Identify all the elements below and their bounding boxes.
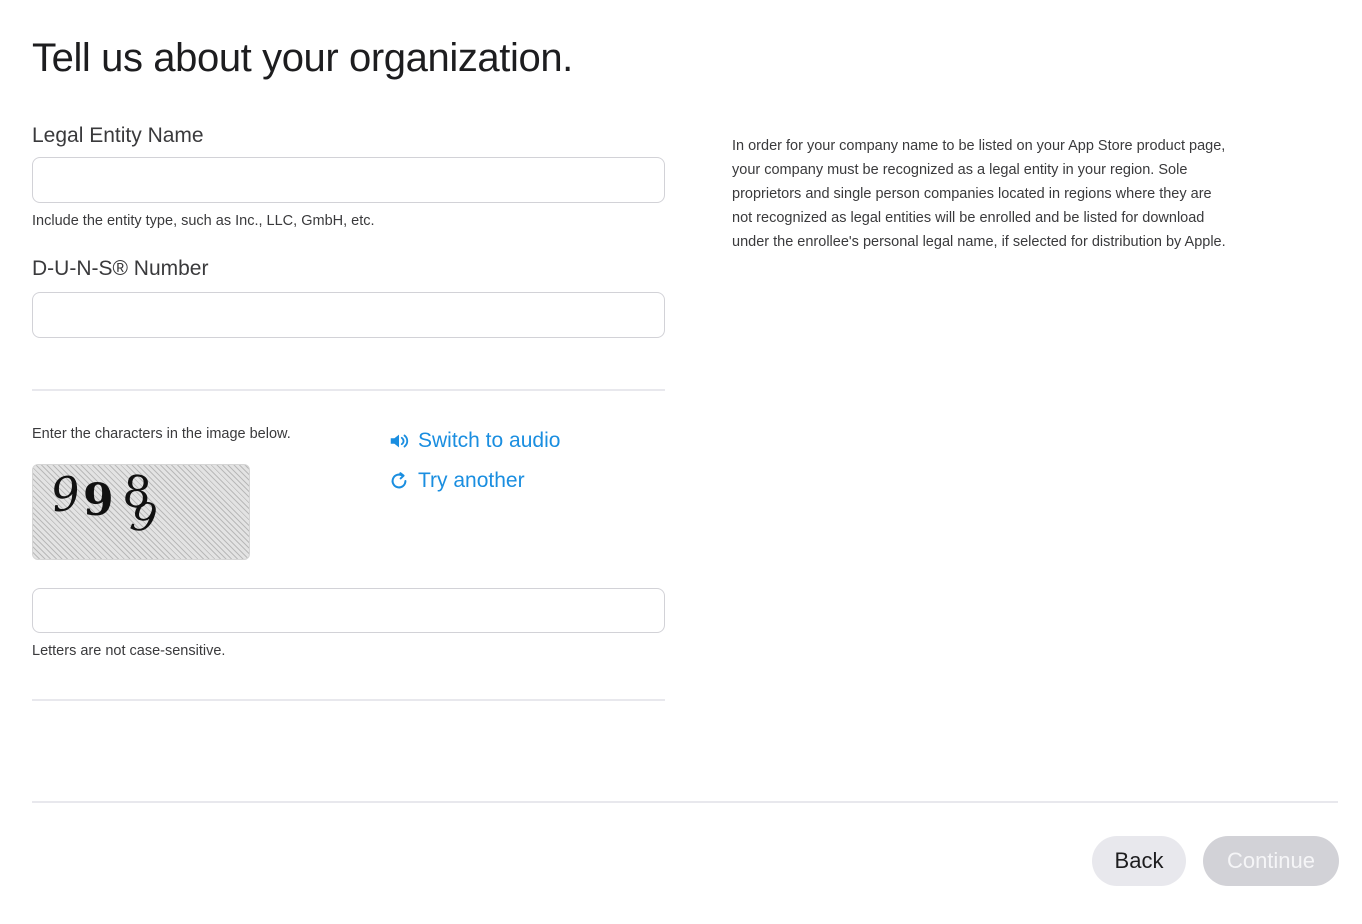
try-another-label: Try another — [418, 469, 525, 492]
back-button[interactable]: Back — [1092, 836, 1186, 886]
legal-entity-name-hint: Include the entity type, such as Inc., L… — [32, 213, 375, 229]
legal-entity-name-label: Legal Entity Name — [32, 124, 204, 147]
captcha-image: 9 9 8 9 — [32, 464, 250, 560]
switch-to-audio-label: Switch to audio — [418, 429, 561, 452]
page-title: Tell us about your organization. — [32, 36, 573, 80]
duns-number-input[interactable] — [32, 292, 665, 338]
refresh-icon — [391, 472, 407, 489]
continue-button[interactable]: Continue — [1203, 836, 1339, 886]
captcha-char: 9 — [47, 465, 84, 523]
try-another-link[interactable]: Try another — [388, 469, 525, 493]
captcha-hint: Letters are not case-sensitive. — [32, 643, 226, 659]
footer-divider — [32, 801, 1338, 803]
section-divider — [32, 699, 665, 701]
speaker-icon — [390, 434, 409, 448]
captcha-instruction: Enter the characters in the image below. — [32, 426, 291, 442]
captcha-char: 9 — [83, 475, 114, 526]
legal-entity-info-text: In order for your company name to be lis… — [732, 138, 1226, 250]
switch-to-audio-link[interactable]: Switch to audio — [388, 429, 560, 453]
captcha-input[interactable] — [32, 588, 665, 633]
duns-number-label: D-U-N-S® Number — [32, 257, 209, 280]
section-divider — [32, 389, 665, 391]
legal-entity-name-input[interactable] — [32, 157, 665, 203]
